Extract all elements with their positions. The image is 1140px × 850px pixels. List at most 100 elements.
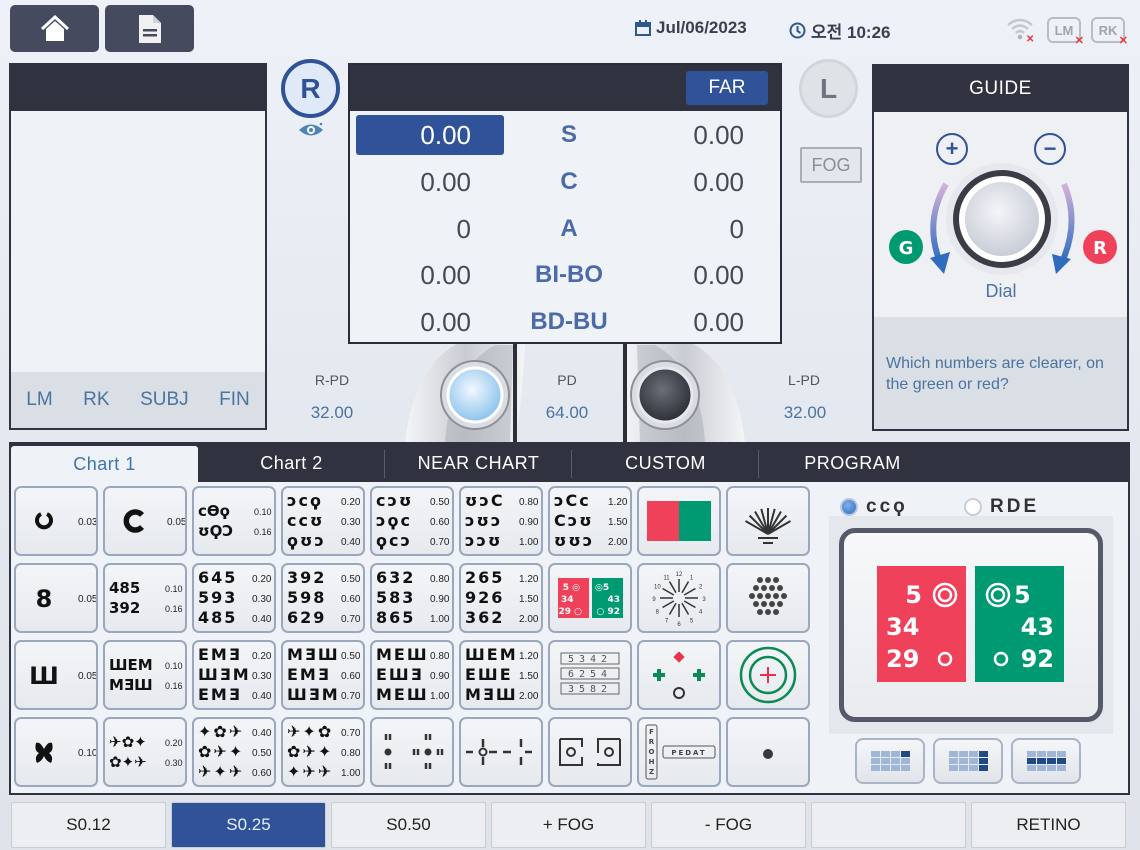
r-pd-value[interactable]: 32.00 [297, 403, 367, 423]
left-axis-value[interactable]: 0 [634, 209, 744, 249]
right-bi-bo-value[interactable]: 0.00 [356, 255, 504, 295]
right-sphere-value[interactable]: 0.00 [356, 115, 504, 155]
cylinder-label[interactable]: C [504, 162, 634, 202]
chart-cell[interactable]: MƎШ 0.50 EMƎ 0.60 ШƎM 0.70 [281, 640, 365, 710]
left-bi-bo-value[interactable]: 0.00 [634, 255, 744, 295]
chart-cell[interactable]: ✈✿✦ 0.20 ✿✦✈ 0.30 [103, 717, 187, 787]
tab-custom[interactable]: CUSTOM [572, 444, 759, 482]
red-label: R [1093, 238, 1107, 259]
fog-button[interactable]: FOG [800, 147, 862, 183]
chart-cell[interactable]: F R O H Z PEDAT [637, 717, 721, 787]
chart-cell[interactable]: Ш 0.05 [14, 640, 98, 710]
acuity-label: 0.50 [341, 574, 361, 585]
rx-row-bd-bu: 0.00 BD-BU 0.00 [350, 302, 780, 342]
chart-cell[interactable]: 5 ◎ 34 29 ○ ◎5 43 ○ 92 [548, 563, 632, 633]
svg-text:○ 92: ○ 92 [596, 607, 620, 617]
chart-cell[interactable]: 0.10 [14, 717, 98, 787]
chart-cell[interactable]: ↄCϲ 1.20 Cↄʊ 1.50 ʊʊↄ 2.00 [548, 486, 632, 556]
pd-value[interactable]: 64.00 [532, 403, 602, 423]
chart-cell[interactable] [459, 717, 543, 787]
chart-cell[interactable]: ШEM 0.10 MƎШ 0.16 [103, 640, 187, 710]
chart-cell[interactable]: 392 0.50 598 0.60 629 0.70 [281, 563, 365, 633]
layout-single-button[interactable] [855, 738, 925, 784]
acuity-label: 0.10 [78, 748, 96, 759]
optotype-line: ✿✈✦ [287, 742, 333, 761]
chart-cell[interactable]: 8 0.05 [14, 563, 98, 633]
chart-cell[interactable] [726, 563, 810, 633]
sphere-label[interactable]: S [504, 115, 634, 155]
chart-cell[interactable]: ✦✿✈ 0.40 ✿✈✦ 0.50 ✈✦✈ 0.60 [192, 717, 276, 787]
chart-cell[interactable] [637, 640, 721, 710]
history-tab-fin[interactable]: FIN [219, 389, 250, 411]
chart-cell[interactable]: ШEM 1.20 EШE 1.50 MƎШ 2.00 [459, 640, 543, 710]
chart-cell[interactable]: 0.03 [14, 486, 98, 556]
chart-cell[interactable]: 632 0.80 583 0.90 865 1.00 [370, 563, 454, 633]
chart-cell[interactable]: 5342 6254 3582 [548, 640, 632, 710]
radio-rde[interactable]: RDE [964, 496, 1039, 518]
retino-button[interactable]: RETINO [971, 802, 1126, 848]
radio-oco[interactable]: ϲϲϙ [840, 496, 908, 518]
bi-bo-label[interactable]: BI-BO [504, 255, 634, 295]
tab-program[interactable]: PROGRAM [759, 444, 946, 482]
optotype-line: ↄʊↄ [465, 511, 502, 530]
chart-cell[interactable]: 485 0.10 392 0.16 [103, 563, 187, 633]
s012-button[interactable]: S0.12 [11, 802, 166, 848]
chart-cell[interactable]: MEШ 0.80 EШƎ 0.90 MEШ 1.00 [370, 640, 454, 710]
chart-cell[interactable] [726, 486, 810, 556]
optotype: Ш [29, 662, 59, 690]
optotype-line: 645 [198, 568, 237, 587]
chart-cell[interactable]: ✈✦✿ 0.70 ✿✈✦ 0.80 ✦✈✈ 1.00 [281, 717, 365, 787]
plus-fog-button[interactable]: + FOG [491, 802, 646, 848]
minus-fog-button[interactable]: - FOG [651, 802, 806, 848]
svg-text:12: 12 [676, 572, 683, 578]
chart-thumbnail: 0.05 [123, 509, 185, 533]
chart-cell[interactable]: 0.05 [103, 486, 187, 556]
chart-cell[interactable] [726, 717, 810, 787]
chart-cell[interactable]: ϲↄʊ 0.50 ↄϙϲ 0.60 ϙϲↄ 0.70 [370, 486, 454, 556]
chart-cell[interactable]: 645 0.20 593 0.30 485 0.40 [192, 563, 276, 633]
right-cylinder-value[interactable]: 0.00 [356, 162, 504, 202]
tab-chart-1[interactable]: Chart 1 [11, 446, 198, 482]
chart-cell[interactable] [637, 486, 721, 556]
empty-button[interactable] [811, 802, 966, 848]
chart-cell[interactable]: 265 1.20 926 1.50 362 2.00 [459, 563, 543, 633]
acuity-label: 1.50 [519, 671, 539, 682]
layout-column-button[interactable] [933, 738, 1003, 784]
acuity-label: 0.05 [78, 671, 96, 682]
svg-text:F: F [649, 728, 654, 736]
chart-cell[interactable]: 1 2 3 4 5 6 7 8 9 10 11 12 [637, 563, 721, 633]
far-mode-button[interactable]: FAR [686, 71, 768, 105]
axis-label[interactable]: A [504, 209, 634, 249]
right-bd-bu-value[interactable]: 0.00 [356, 302, 504, 342]
history-tab-subj[interactable]: SUBJ [140, 389, 189, 411]
chart-cell[interactable]: ʊↄC 0.80 ↄʊↄ 0.90 ↄↄʊ 1.00 [459, 486, 543, 556]
layout-row-button[interactable] [1011, 738, 1081, 784]
acuity-label: 0.16 [165, 604, 183, 614]
chart-cell[interactable]: ϲϴϙ 0.10 ʊϘϽ 0.16 [192, 486, 276, 556]
left-bd-bu-value[interactable]: 0.00 [634, 302, 744, 342]
history-tab-rk[interactable]: RK [83, 389, 109, 411]
chart-cell[interactable]: EMƎ 0.20 ШƎM 0.30 EMƎ 0.40 [192, 640, 276, 710]
chart-thumbnail: 0.10 [35, 742, 96, 763]
right-axis-value[interactable]: 0 [356, 209, 504, 249]
chart-cell[interactable]: ↄϲϙ 0.20 ϲϲʊ 0.30 ϙʊↄ 0.40 [281, 486, 365, 556]
s025-button[interactable]: S0.25 [171, 802, 326, 848]
chart-cell[interactable] [548, 717, 632, 787]
tab-chart-2[interactable]: Chart 2 [198, 444, 385, 482]
l-pd-value[interactable]: 32.00 [770, 403, 840, 423]
document-button[interactable] [105, 5, 194, 52]
bd-bu-label[interactable]: BD-BU [504, 302, 634, 342]
left-cylinder-value[interactable]: 0.00 [634, 162, 744, 202]
history-panel: LM RK SUBJ FIN [9, 63, 267, 430]
chart-cell[interactable] [726, 640, 810, 710]
chart-thumbnail: ✈✦✿ 0.70 ✿✈✦ 0.80 ✦✈✈ 1.00 [287, 722, 361, 781]
tab-near-chart[interactable]: NEAR CHART [385, 444, 572, 482]
history-tab-lm[interactable]: LM [26, 389, 52, 411]
chart-cell[interactable] [370, 717, 454, 787]
s050-button[interactable]: S0.50 [331, 802, 486, 848]
radio-oco-label: ϲϲϙ [866, 496, 908, 517]
home-button[interactable] [10, 5, 99, 52]
left-sphere-value[interactable]: 0.00 [634, 115, 744, 155]
left-eye-button[interactable]: L [799, 59, 858, 118]
right-eye-button[interactable]: R [281, 59, 340, 118]
